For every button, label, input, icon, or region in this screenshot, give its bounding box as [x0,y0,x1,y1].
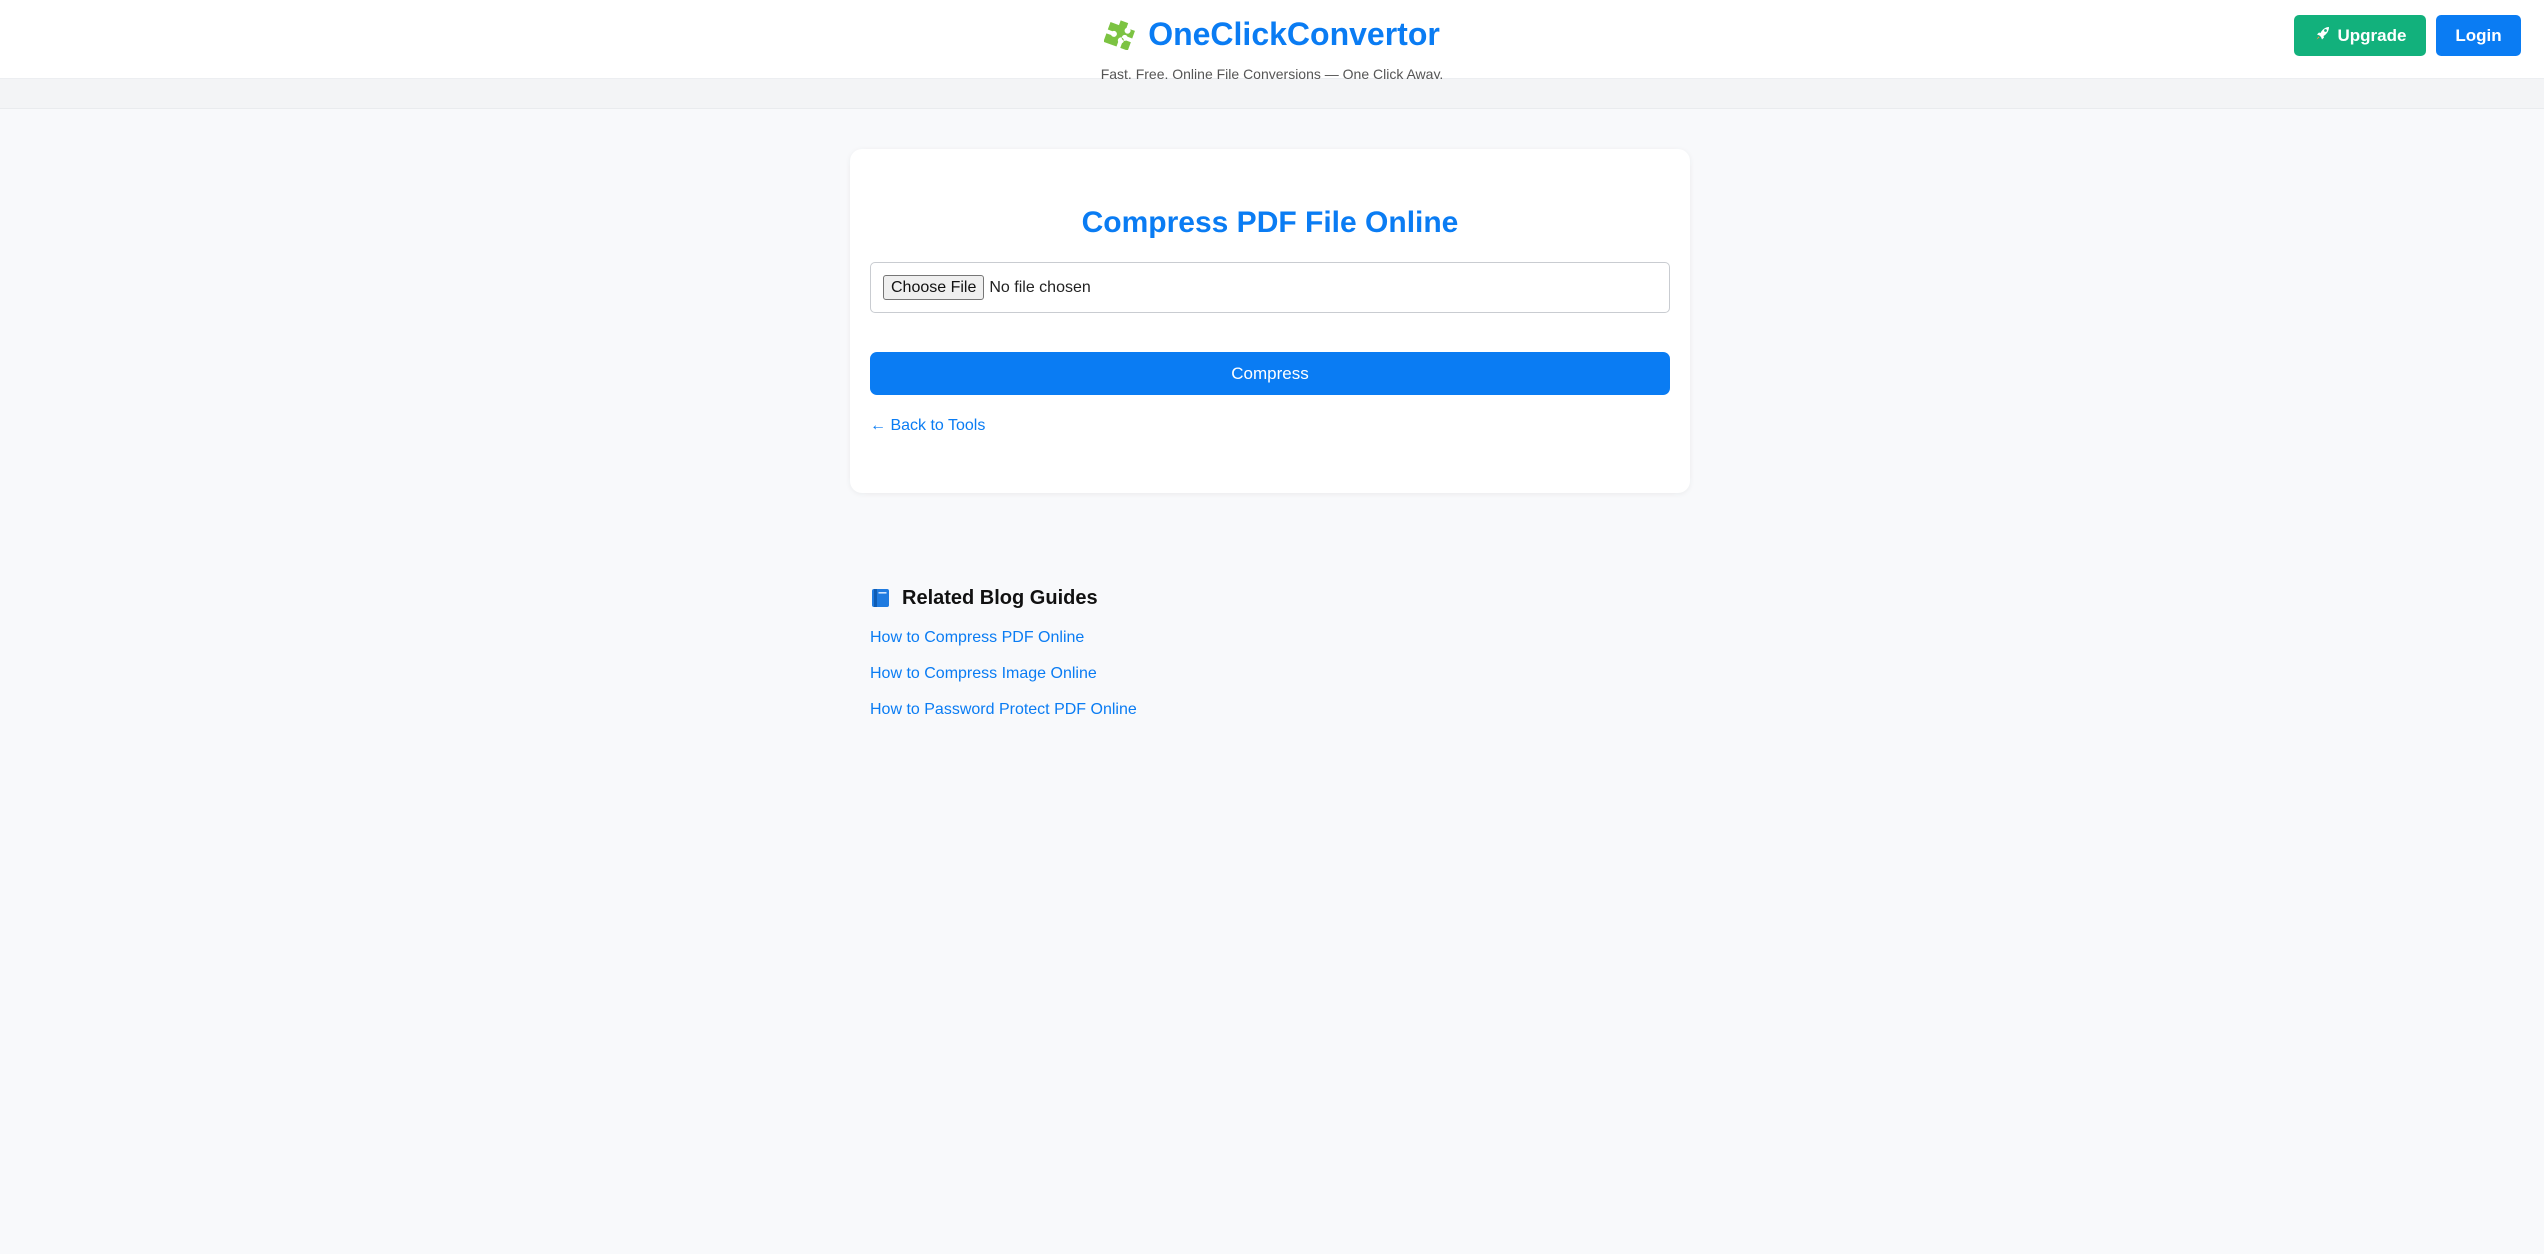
book-icon [870,587,892,609]
brand: OneClickConvertor Fast. Free. Online Fil… [0,14,2544,83]
upgrade-label: Upgrade [2337,25,2407,45]
blog-link-compress-image[interactable]: How to Compress Image Online [870,665,1097,682]
list-item: How to Compress PDF Online [870,620,1570,656]
login-button[interactable]: Login [2436,15,2521,56]
upgrade-button[interactable]: Upgrade [2294,15,2426,56]
list-item: How to Password Protect PDF Online [870,692,1570,728]
blog-link-compress-pdf[interactable]: How to Compress PDF Online [870,629,1084,646]
related-blog-guides: Related Blog Guides How to Compress PDF … [870,584,1570,728]
header-divider-strip [0,79,2544,109]
list-item: How to Compress Image Online [870,656,1570,692]
rocket-icon [2314,24,2332,47]
blog-link-password-protect-pdf[interactable]: How to Password Protect PDF Online [870,701,1137,718]
file-status-text: No file chosen [989,278,1091,296]
site-logo[interactable]: OneClickConvertor [1103,14,1440,54]
site-title: OneClickConvertor [1148,16,1440,52]
related-heading-text: Related Blog Guides [902,587,1098,609]
site-header: OneClickConvertor Fast. Free. Online Fil… [0,0,2544,82]
related-heading: Related Blog Guides [870,584,1570,612]
tool-card: Compress PDF File Online Choose File No … [850,149,1690,493]
page-title: Compress PDF File Online [1081,206,1459,239]
back-to-tools-link[interactable]: ← Back to Tools [870,416,985,436]
choose-file-button[interactable]: Choose File [883,275,985,300]
compress-button[interactable]: Compress [870,352,1670,395]
puzzle-icon [1103,18,1136,51]
file-input[interactable]: Choose File No file chosen [870,262,1670,313]
related-links-list: How to Compress PDF Online How to Compre… [870,620,1570,728]
